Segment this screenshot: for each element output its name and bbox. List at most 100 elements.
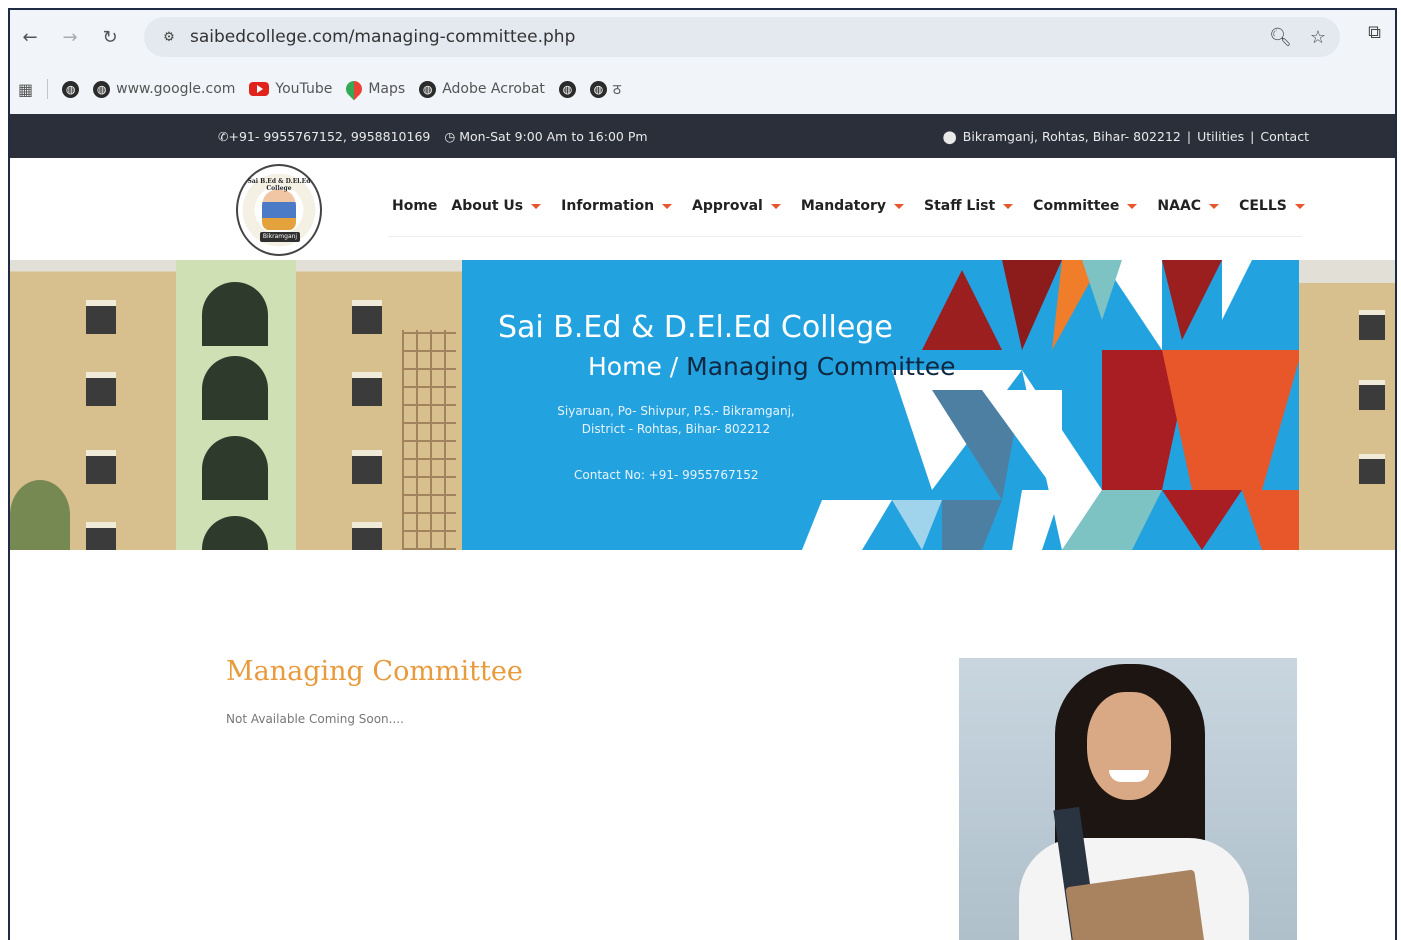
building-window [352, 300, 382, 334]
college-building-image-right [1299, 260, 1395, 550]
reload-button[interactable]: ↻ [90, 17, 130, 57]
bookmarks-bar: ▦ ◍ ◍ www.google.com YouTube Maps ◍ Adobe … [10, 64, 1395, 114]
breadcrumb-home[interactable]: Home [588, 352, 662, 381]
apps-grid-icon[interactable]: ▦ [18, 80, 33, 99]
browser-window: ← → ↻ ⚙ saibedcollege.com/managing-commi… [8, 8, 1397, 940]
arrow-right-icon: → [62, 26, 78, 48]
nav-label: NAAC [1157, 198, 1202, 214]
caret-down-icon [1003, 203, 1014, 209]
phone-text: +91- 9955767152, 9958810169 [228, 128, 431, 144]
bookmark-maps[interactable]: Maps [343, 77, 406, 101]
college-logo[interactable]: Sai B.Ed & D.El.Ed College Bikramganj [236, 164, 322, 256]
banner-title: Sai B.Ed & D.El.Ed College [498, 310, 893, 345]
phone-icon: ✆ [218, 128, 229, 144]
building-window [86, 522, 116, 550]
separator: | [1186, 128, 1192, 144]
nav-committee[interactable]: Committee [1033, 198, 1138, 214]
forward-button[interactable]: → [50, 17, 90, 57]
address-bar[interactable]: ⚙ saibedcollege.com/managing-committee.p… [144, 17, 1340, 57]
address-line: Siyaruan, Po- Shivpur, P.S.- Bikramganj, [557, 404, 795, 418]
logo-emblem [262, 190, 296, 230]
main-nav: Home About Us Information Approval Manda… [392, 198, 1325, 214]
nav-label: Mandatory [800, 198, 886, 214]
bookmark-label: YouTube [275, 81, 333, 97]
building-window [352, 372, 382, 406]
site-info-icon[interactable]: ⚙ [154, 22, 184, 52]
nav-approval[interactable]: Approval [692, 198, 781, 214]
bookmark-hindi[interactable]: ◍ ठ [589, 80, 621, 99]
bookmark-label: Adobe Acrobat [442, 81, 545, 97]
globe-icon: ◍ [419, 80, 437, 98]
nav-cells[interactable]: CELLS [1239, 198, 1305, 214]
bookmark-google[interactable]: ◍ www.google.com [93, 80, 236, 98]
banner-blue-panel: Sai B.Ed & D.El.Ed College Home / Managi… [462, 260, 1302, 550]
nav-home[interactable]: Home [392, 198, 437, 214]
building-arch [202, 356, 268, 420]
building-arch [202, 436, 268, 500]
back-button[interactable]: ← [10, 17, 50, 57]
separator: | [1250, 128, 1255, 144]
logo-text: Sai B.Ed & D.El.Ed College [247, 178, 311, 192]
maps-icon [343, 77, 366, 101]
contact-link[interactable]: Contact [1260, 129, 1309, 144]
caret-down-icon [770, 203, 781, 209]
page-banner: Sai B.Ed & D.El.Ed College Home / Managi… [10, 260, 1395, 550]
building-window [86, 450, 116, 484]
globe-icon[interactable]: ◍ [62, 80, 80, 98]
globe-icon[interactable]: ◍ [558, 80, 576, 98]
bookmark-star-icon[interactable]: ☆ [1310, 27, 1326, 48]
hours-text: Mon-Sat 9:00 Am to 16:00 Pm [459, 128, 648, 144]
caret-down-icon [531, 203, 542, 209]
browser-toolbar: ← → ↻ ⚙ saibedcollege.com/managing-commi… [10, 10, 1395, 64]
building-window [352, 522, 382, 550]
nav-label: About Us [451, 198, 524, 214]
hours-info: ◷ Mon-Sat 9:00 Am to 16:00 Pm [444, 129, 647, 144]
zoom-icon[interactable]: 🔍︎ [1269, 27, 1292, 48]
photo-smile [1109, 770, 1149, 782]
utilities-link[interactable]: Utilities [1197, 129, 1244, 144]
photo-face [1087, 692, 1171, 800]
page-body-text: Not Available Coming Soon.... [226, 712, 404, 726]
logo-bottom-text: Bikramganj [260, 232, 300, 242]
url-text[interactable]: saibedcollege.com/managing-committee.php [190, 27, 575, 47]
location-pin-icon: ⬤ [942, 128, 957, 144]
extensions-icon[interactable]: ⧉ [1368, 22, 1381, 43]
reload-icon: ↻ [102, 26, 118, 48]
building-window [86, 300, 116, 334]
nav-information[interactable]: Information [561, 198, 673, 214]
nav-label: Staff List [923, 198, 996, 214]
globe-icon: ◍ [589, 80, 607, 98]
nav-label: Committee [1033, 198, 1120, 214]
address-line: District - Rohtas, Bihar- 802212 [581, 422, 771, 436]
site-header: Sai B.Ed & D.El.Ed College Bikramganj Ho… [10, 158, 1395, 260]
page-title: Managing Committee [226, 656, 523, 687]
building-window [352, 450, 382, 484]
nav-about-us[interactable]: About Us [451, 198, 542, 214]
bookmark-youtube[interactable]: YouTube [249, 81, 332, 97]
bookmark-label: Maps [368, 81, 406, 97]
clock-icon: ◷ [444, 128, 460, 144]
bookmark-adobe-acrobat[interactable]: ◍ Adobe Acrobat [419, 80, 545, 98]
phone-info: ✆+91- 9955767152, 9958810169 [218, 129, 430, 144]
top-bar-left: ✆+91- 9955767152, 9958810169 ◷ Mon-Sat 9… [218, 114, 648, 158]
bookmarks-divider [47, 79, 49, 99]
scaffolding [402, 330, 456, 550]
address-bar-actions: 🔍︎ ☆ [1269, 17, 1326, 57]
arrow-left-icon: ← [22, 26, 38, 48]
nav-label: CELLS [1239, 198, 1287, 214]
nav-mandatory[interactable]: Mandatory [801, 198, 904, 214]
top-bar-right: ⬤ Bikramganj, Rohtas, Bihar- 802212 | Ut… [943, 114, 1309, 158]
building-window [1359, 454, 1385, 484]
nav-staff-list[interactable]: Staff List [923, 198, 1014, 214]
nav-underline [388, 236, 1302, 237]
globe-icon: ◍ [93, 80, 111, 98]
nav-label: Information [561, 198, 655, 214]
building-window [1359, 310, 1385, 340]
building-window [86, 372, 116, 406]
banner-contact: Contact No: +91- 9955767152 [574, 468, 759, 482]
caret-down-icon [893, 203, 904, 209]
nav-naac[interactable]: NAAC [1157, 198, 1220, 214]
nav-label: Approval [692, 198, 763, 214]
college-building-image [10, 260, 462, 550]
bookmark-label: www.google.com [116, 81, 236, 97]
